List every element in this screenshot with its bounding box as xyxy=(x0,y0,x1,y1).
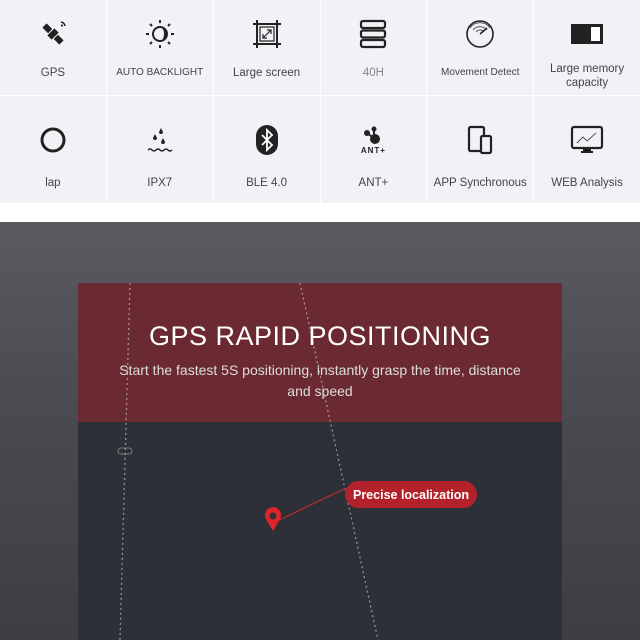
satellite-icon xyxy=(35,16,71,52)
feature-gps: GPS xyxy=(0,0,106,95)
backlight-icon xyxy=(142,16,178,52)
feature-label: Movement Detect xyxy=(441,67,520,78)
feature-label: lap xyxy=(45,177,61,189)
ant-plus-icon: ANT+ xyxy=(355,122,391,158)
feature-label: GPS xyxy=(40,67,66,79)
feature-label: BLE 4.0 xyxy=(246,177,288,189)
callout-line xyxy=(272,487,347,524)
feature-label: IPX7 xyxy=(147,177,173,189)
feature-large-memory: Large memory capacity xyxy=(534,0,640,95)
radar-icon xyxy=(462,16,498,52)
feature-large-screen: Large screen xyxy=(213,0,320,95)
feature-label: Large memory capacity xyxy=(550,63,625,89)
feature-web-analysis: WEB Analysis xyxy=(534,96,640,203)
devices-icon xyxy=(462,122,498,158)
feature-ipx7: IPX7 xyxy=(106,96,213,203)
precise-localization-callout: Precise localization xyxy=(345,481,477,508)
large-screen-icon xyxy=(249,16,285,52)
hero-subtitle: Start the fastest 5S positioning, instan… xyxy=(119,362,521,399)
bluetooth-icon xyxy=(249,122,285,158)
ant-plus-text: ANT+ xyxy=(360,145,386,155)
feature-label: ANT+ xyxy=(358,177,389,189)
hero-title: GPS RAPID POSITIONING xyxy=(148,321,492,351)
memory-icon xyxy=(569,16,605,52)
feature-app-sync: APP Synchronous xyxy=(427,96,534,203)
monitor-chart-icon xyxy=(569,122,605,158)
feature-label: AUTO BACKLIGHT xyxy=(116,67,204,78)
feature-label: 40H xyxy=(362,67,384,79)
feature-lap: lap xyxy=(0,96,106,203)
feature-grid: GPS AUTO BACKLIGHT Large screen 40H Move… xyxy=(0,0,640,203)
feature-movement-detect: Movement Detect xyxy=(427,0,534,95)
location-pin-icon xyxy=(265,507,281,531)
feature-label: APP Synchronous xyxy=(433,177,527,189)
feature-ble: BLE 4.0 xyxy=(213,96,320,203)
feature-label: WEB Analysis xyxy=(551,177,623,189)
feature-label: Large screen xyxy=(233,67,301,79)
feature-40h: 40H xyxy=(320,0,427,95)
feature-auto-backlight: AUTO BACKLIGHT xyxy=(106,0,213,95)
water-drops-icon xyxy=(142,122,178,158)
gps-card: GPS RAPID POSITIONING Start the fastest … xyxy=(78,283,562,640)
lap-circle-icon xyxy=(35,122,71,158)
feature-ant-plus: ANT+ ANT+ xyxy=(320,96,427,203)
battery-stack-icon xyxy=(355,16,391,52)
